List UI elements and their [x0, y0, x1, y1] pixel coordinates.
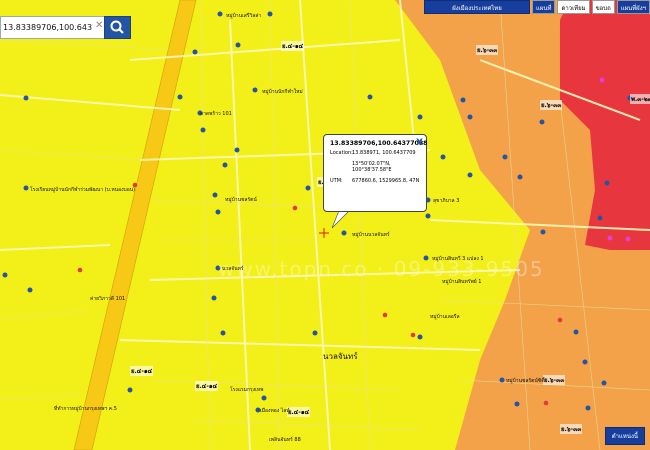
top-controls: ผังเมืองประเทศไทย แผนที่ ดาวเทียม ขอบถ แ…	[424, 0, 650, 14]
popup-title: 13.83389706,100.64377088	[330, 140, 428, 147]
clear-icon[interactable]: ✕	[95, 20, 103, 31]
current-location-button[interactable]: ตำแหน่งนี้	[604, 427, 645, 445]
zone-label: ย.๔-๑๔	[281, 41, 305, 51]
utm-label: UTM:	[330, 178, 343, 184]
watermark: www.topn.co · 09-933-9505	[218, 257, 545, 281]
zone-label: ย.๖-๓๓	[476, 45, 499, 55]
place-label: ลาดพร้าว 101	[200, 111, 232, 117]
place-label: หมู่บ้านนวลจันทร์	[352, 232, 390, 238]
location-label: Location:	[330, 150, 353, 156]
zone-label: ย.๖-๓๓	[560, 424, 583, 434]
search-input[interactable]	[3, 19, 93, 36]
place-label: โรงแรมกรุงเทพ	[230, 387, 264, 393]
place-label: หมู่บ้านชลรัตน์	[225, 197, 257, 203]
place-label: สุขาภิบาล 3	[433, 198, 460, 204]
place-label: ที่ทำการหมู่บ้านกรุงเทพฯ ค.5	[54, 406, 117, 412]
zone-label: ย.๔-๑๔	[130, 366, 154, 376]
search-icon	[110, 20, 124, 34]
satellite-button[interactable]: ดาวเทียม	[557, 0, 590, 14]
dms-lon: 100°38'37.58"E	[352, 167, 392, 173]
province-select[interactable]: ผังเมืองประเทศไทย	[424, 0, 530, 14]
hybrid-button[interactable]: ขอบถ	[591, 0, 615, 14]
place-label: หมู่บ้านสินทรัพย์ 1	[442, 279, 482, 285]
place-label: โรงเรียนหมู่บ้านนักกีฬาร่วมพัฒนา (บ.หนอง…	[30, 187, 136, 193]
place-label: หมู่บ้านเลอรีล	[430, 314, 460, 320]
coordinate-popup: 13.83389706,100.64377088 X Location: 13.…	[323, 134, 427, 212]
road-label: นวลจันทร์	[323, 352, 358, 361]
place-label: นวลจันทร์	[222, 266, 244, 272]
location-value: 13.838971, 100.6437709	[352, 150, 416, 156]
zone-label: พ.๓-๒๗	[630, 94, 650, 104]
zone-label: ย.๖-๓๓	[540, 100, 563, 110]
place-label: หมู่บ้านนักกีฬาใหม่	[262, 89, 303, 95]
utm-value: 677860.6, 1529965.8, 47N	[352, 178, 420, 184]
popup-utm-row: UTM: 677860.6, 1529965.8, 47N	[330, 178, 420, 184]
zone-label: ย.๔-๑๔	[195, 381, 219, 391]
landuse-button[interactable]: แผนที่ผังฯ	[616, 0, 650, 14]
place-label: ค่ายวิภาวดี 101	[90, 296, 126, 302]
close-icon[interactable]: X	[416, 138, 423, 148]
search-button[interactable]	[104, 16, 131, 39]
popup-location-row: Location: 13.838971, 100.6437709	[330, 150, 420, 156]
place-label: หมู่บ้านเสรีวิลล่า	[226, 13, 262, 19]
popup-dms-row: 13°50'02.07"N, 100°38'37.58"E	[330, 161, 420, 173]
place-label: เพลินจันทร์ 88	[269, 437, 301, 443]
zone-label: ย.๖-๓๓	[543, 375, 566, 385]
zone-label: ย.๔-๑๔	[287, 407, 311, 417]
place-label: หมู่บ้านสินทวี 3 แปลง 1	[432, 256, 484, 262]
place-label: หมู่บ้านชลรัตน์ซิตี้	[506, 378, 545, 384]
place-label: เมืองทอง ไลท์	[260, 408, 290, 414]
map-button[interactable]: แผนที่	[532, 0, 556, 14]
